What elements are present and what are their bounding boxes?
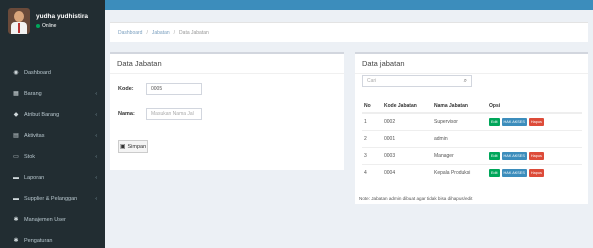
cell-no: 4 (362, 163, 382, 181)
chevron-left-icon: ‹ (95, 90, 97, 97)
column-header: No (362, 99, 382, 114)
breadcrumb-current: Data Jabatan (179, 29, 209, 36)
cell-nama: admin (432, 129, 487, 147)
list-panel-title: Data jabatan (355, 54, 588, 74)
column-header: Opsi (487, 99, 582, 114)
kode-input[interactable]: 0005 (146, 83, 202, 95)
list-icon: ▤ (13, 133, 19, 139)
breadcrumb: Dashboard / Jabatan / Data Jabatan (110, 22, 588, 42)
edit-button[interactable]: Edit (489, 168, 500, 177)
sidebar-item-barang[interactable]: ▦ Barang ‹ (0, 83, 105, 104)
kode-label: Kode: (118, 86, 134, 92)
jabatan-table: No Kode Jabatan Nama Jabatan Opsi 1 0002 Supe… (362, 99, 582, 181)
sidebar-item-label: Stok (24, 153, 36, 160)
edit-button[interactable]: Edit (489, 117, 500, 126)
breadcrumb-home[interactable]: Dashboard (118, 30, 142, 36)
gear-icon: ✱ (13, 217, 19, 223)
sidebar-item-dashboard[interactable]: ◉ Dashboard (0, 62, 105, 83)
top-navbar (105, 0, 593, 10)
sidebar-item-label: Aktivitas (24, 132, 45, 139)
user-name: yudha yudhistira (36, 13, 89, 20)
chevron-left-icon: ‹ (95, 111, 97, 118)
book-icon: ▬ (13, 195, 19, 202)
cell-nama: Supervisor (432, 112, 487, 130)
cell-no: 2 (362, 129, 382, 147)
nama-input[interactable]: Masukan Nama Jal (146, 108, 202, 120)
sidebar-item-pengaturan[interactable]: ✱ Pengaturan (0, 230, 105, 248)
sidebar-item-label: Supplier & Pelanggan (24, 195, 78, 202)
list-panel: Data jabatan Cari ⌕ No Kode Jabatan Nama J… (355, 52, 588, 204)
sidebar-item-laporan[interactable]: ▬ Laporan ‹ (0, 167, 105, 188)
cell-kode: 0001 (382, 129, 432, 147)
sidebar-item-manajemen-user[interactable]: ✱ Manajemen User (0, 209, 105, 230)
sidebar-item-label: Manajemen User (24, 216, 66, 223)
cell-opsi (487, 129, 582, 147)
column-header: Kode Jabatan (382, 99, 432, 114)
cell-no: 1 (362, 112, 382, 130)
cell-nama: Manager (432, 146, 487, 164)
kode-row: Kode: 0005 (118, 83, 202, 95)
delete-button[interactable]: Hapus (528, 117, 544, 126)
chevron-left-icon: ‹ (95, 174, 97, 181)
chevron-left-icon: ‹ (95, 153, 97, 160)
cell-kode: 0003 (382, 146, 432, 164)
sidebar-item-atribut-barang[interactable]: ◆ Atribut Barang ‹ (0, 104, 105, 125)
cell-nama: Kepala Produksi (432, 163, 487, 181)
save-icon: ▣ (119, 144, 126, 150)
table-row: 3 0003 Manager Edit HAK AKSES Hapus (362, 146, 582, 164)
hak-akses-button[interactable]: HAK AKSES (501, 151, 527, 160)
book-icon: ▬ (13, 174, 19, 181)
save-button[interactable]: ▣ Simpan (118, 140, 148, 153)
sidebar-item-label: Atribut Barang (24, 111, 60, 118)
edit-button[interactable]: Edit (489, 151, 500, 160)
breadcrumb-separator: / (146, 29, 148, 36)
cell-opsi: Edit HAK AKSES Hapus (487, 146, 582, 164)
sidebar-item-label: Barang (24, 90, 42, 97)
sidebar-menu: ◉ Dashboard ▦ Barang ‹ ◆ Atribut Barang ‹ ▤ Aktiv… (0, 62, 105, 248)
cell-opsi: Edit HAK AKSES Hapus (487, 163, 582, 181)
table-row: 1 0002 Supervisor Edit HAK AKSES Hapus (362, 112, 582, 130)
cell-kode: 0002 (382, 112, 432, 130)
hak-akses-button[interactable]: HAK AKSES (501, 117, 527, 126)
online-dot-icon (36, 24, 40, 28)
sidebar-item-aktivitas[interactable]: ▤ Aktivitas ‹ (0, 125, 105, 146)
chevron-left-icon: ‹ (95, 195, 97, 202)
monitor-icon: ▭ (13, 154, 19, 160)
sidebar-item-supplier-pelanggan[interactable]: ▬ Supplier & Pelanggan ‹ (0, 188, 105, 209)
save-button-label: Simpan (127, 143, 147, 150)
nama-row: Nama: Masukan Nama Jal (118, 108, 202, 120)
search-input[interactable]: Cari ⌕ (362, 75, 472, 87)
delete-button[interactable]: Hapus (528, 168, 544, 177)
sidebar-item-label: Dashboard (24, 69, 51, 76)
cell-no: 3 (362, 146, 382, 164)
sidebar-item-label: Laporan (24, 174, 45, 181)
table-icon: ▦ (13, 91, 19, 97)
form-panel: Data Jabatan Kode: 0005 Nama: Masukan Na… (110, 52, 344, 170)
user-status-label: Online (42, 23, 57, 29)
delete-button[interactable]: Hapus (528, 151, 544, 160)
tag-icon: ◆ (13, 112, 19, 118)
sidebar: yudha yudhistira Online ◉ Dashboard ▦ Baran… (0, 0, 105, 248)
sidebar-item-stok[interactable]: ▭ Stok ‹ (0, 146, 105, 167)
table-row: 2 0001 admin (362, 129, 582, 147)
column-header: Nama Jabatan (432, 99, 487, 114)
cell-kode: 0004 (382, 163, 432, 181)
breadcrumb-separator: / (173, 29, 176, 36)
search-icon[interactable]: ⌕ (464, 78, 467, 85)
avatar (8, 8, 30, 34)
hak-akses-button[interactable]: HAK AKSES (501, 168, 527, 177)
nama-label: Nama: (118, 111, 135, 117)
user-panel: yudha yudhistira Online (0, 0, 105, 42)
table-row: 4 0004 Kepala Produksi Edit HAK AKSES Hapus (362, 163, 582, 181)
dashboard-icon: ◉ (13, 70, 19, 76)
form-panel-title: Data Jabatan (110, 54, 344, 74)
sidebar-item-label: Pengaturan (24, 237, 53, 244)
table-note: Note: Jabatan admin dibuat agar tidak bi… (359, 196, 473, 201)
search-placeholder: Cari (367, 78, 377, 84)
user-status: Online (36, 23, 88, 29)
breadcrumb-section[interactable]: Jabatan (152, 30, 170, 36)
chevron-left-icon: ‹ (95, 132, 97, 139)
gear-icon: ✱ (13, 238, 19, 244)
cell-opsi: Edit HAK AKSES Hapus (487, 112, 582, 130)
